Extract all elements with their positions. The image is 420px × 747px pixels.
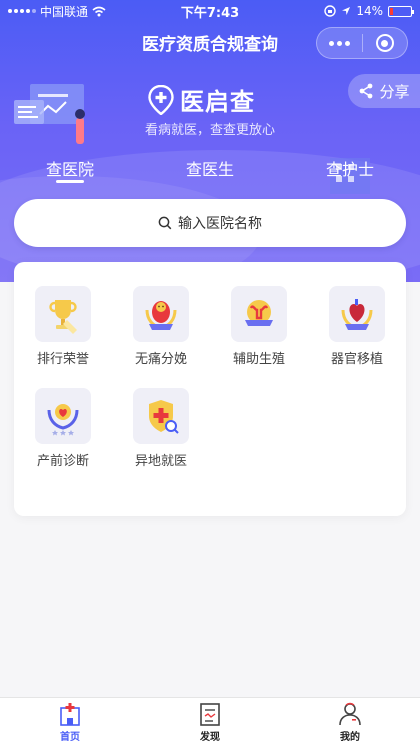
- category-card: 排行荣誉 无痛分娩 辅助生殖 器官移植 产前诊断 异地就医: [14, 262, 406, 516]
- category-label: 无痛分娩: [134, 352, 187, 367]
- category-label: 辅助生殖: [232, 352, 285, 367]
- search-type-tabs: 查医院 查医生 查护士: [0, 156, 420, 186]
- category-assisted-reproduction[interactable]: 辅助生殖: [216, 286, 302, 376]
- tabbar-discover[interactable]: 发现: [140, 698, 280, 747]
- category-label: 器官移植: [330, 352, 383, 367]
- wifi-icon: [92, 6, 106, 16]
- tabbar-mine[interactable]: 我的: [280, 698, 420, 747]
- category-painless-delivery[interactable]: 无痛分娩: [118, 286, 204, 376]
- doctor-icon: [339, 702, 361, 726]
- shield-cross-icon: [149, 400, 179, 434]
- trophy-icon: [49, 300, 77, 334]
- tab-nurse[interactable]: 查护士: [280, 156, 420, 186]
- category-organ-transplant[interactable]: 器官移植: [314, 286, 400, 376]
- tab-label: 查护士: [325, 160, 374, 179]
- tab-label: 查医院: [45, 160, 94, 179]
- brand-name: 医启查: [180, 88, 255, 116]
- more-menu-button[interactable]: [317, 28, 362, 58]
- category-prenatal-diagnosis[interactable]: 产前诊断: [20, 388, 106, 478]
- slogan-text: 看病就医，查查更放心: [144, 123, 275, 138]
- heart-laurel-icon: [47, 404, 79, 436]
- more-dots-icon: [328, 40, 350, 46]
- share-label: 分享: [379, 82, 410, 101]
- brand-logo: 医启查: [148, 82, 255, 117]
- search-placeholder: 输入医院名称: [178, 216, 262, 232]
- baby-badge-icon: [145, 301, 177, 330]
- share-button[interactable]: 分享: [348, 74, 420, 108]
- category-label: 排行荣誉: [36, 352, 89, 367]
- tab-doctor[interactable]: 查医生: [140, 156, 280, 186]
- signal-icon: [8, 9, 36, 13]
- tabbar-label: 我的: [340, 732, 360, 743]
- close-miniprogram-button[interactable]: [363, 28, 408, 58]
- tabbar-label: 发现: [200, 732, 220, 743]
- orientation-lock-icon: [324, 5, 337, 17]
- close-target-icon: [375, 34, 394, 52]
- category-label: 异地就医: [134, 454, 187, 469]
- status-time: 下午7:43: [180, 5, 240, 21]
- hospital-search-input[interactable]: 输入医院名称: [14, 199, 406, 247]
- carrier-label: 中国联通: [40, 4, 89, 19]
- tab-label: 查医生: [185, 160, 234, 179]
- uterus-badge-icon: [245, 300, 273, 326]
- miniprogram-capsule: [316, 27, 408, 59]
- battery-percent: 14%: [356, 4, 383, 18]
- tab-hospital[interactable]: 查医院: [0, 156, 140, 186]
- search-icon: [158, 216, 172, 230]
- page-title: 医疗资质合规查询: [142, 34, 278, 55]
- category-ranking-honors[interactable]: 排行荣誉: [20, 286, 106, 376]
- location-arrow-icon: [342, 7, 351, 15]
- tabbar-label: 首页: [60, 732, 80, 743]
- share-icon: [360, 83, 373, 99]
- battery-icon: [388, 5, 414, 17]
- category-label: 产前诊断: [36, 454, 89, 469]
- tabbar-home[interactable]: 首页: [0, 698, 140, 747]
- document-icon: [200, 703, 220, 726]
- location-plus-icon: [148, 84, 174, 115]
- battery-level: [390, 7, 393, 15]
- bottom-tab-bar: 首页 发现 我的: [0, 697, 420, 747]
- heart-organ-badge-icon: [341, 299, 373, 330]
- hero-slogan: 看病就医，查查更放心: [0, 119, 420, 138]
- hospital-icon: [60, 703, 80, 726]
- status-bar: 中国联通 下午7:43 14%: [0, 0, 420, 22]
- category-remote-medical[interactable]: 异地就医: [118, 388, 204, 478]
- nav-bar: 医疗资质合规查询: [0, 22, 420, 62]
